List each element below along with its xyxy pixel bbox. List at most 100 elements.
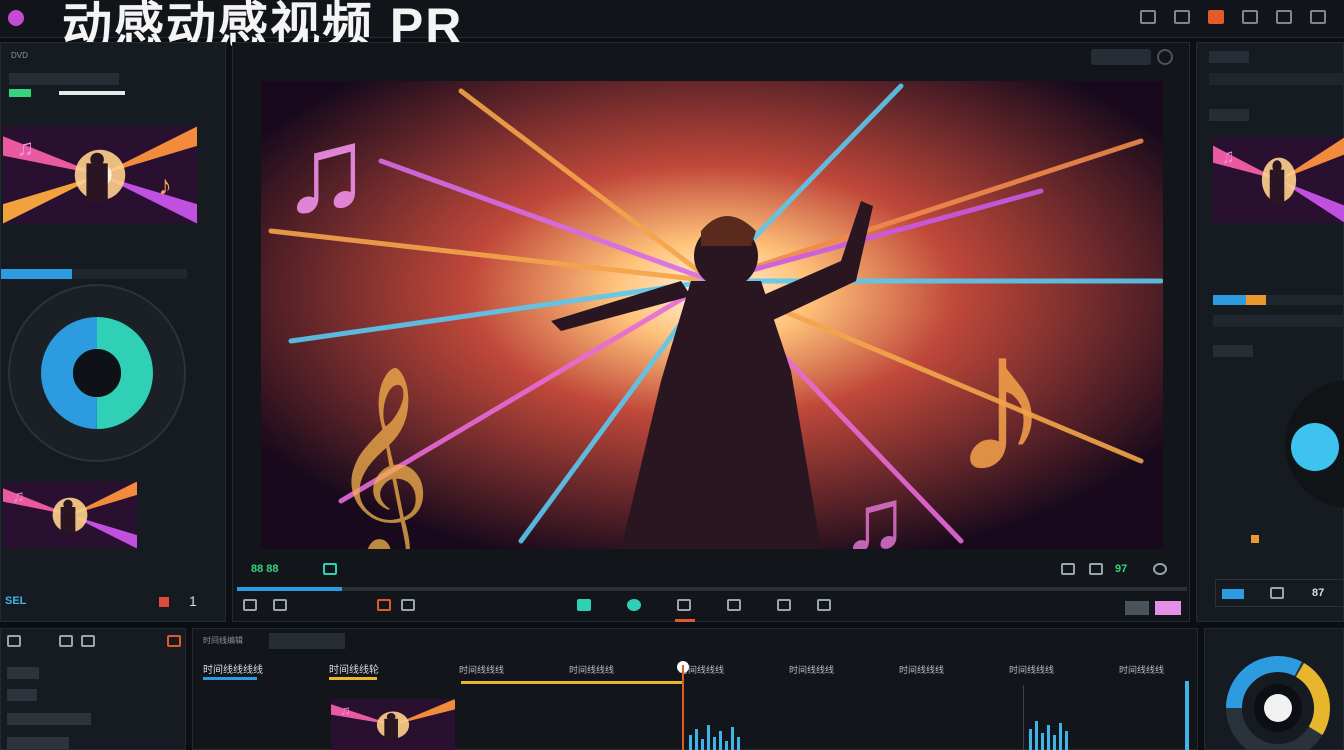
effect-level-bar[interactable] <box>1213 295 1344 305</box>
monitor-icon[interactable] <box>1276 10 1292 24</box>
window-controls <box>1140 10 1326 24</box>
export-frame-icon[interactable] <box>1061 563 1075 575</box>
filter-row[interactable] <box>9 73 119 85</box>
svg-text:♫: ♫ <box>281 103 371 237</box>
track-header-audio-underline <box>329 677 377 680</box>
svg-text:♪: ♪ <box>158 169 172 200</box>
quality-toggle[interactable] <box>1155 601 1181 615</box>
keyframe-icon[interactable] <box>1251 535 1259 543</box>
svg-text:𝄞: 𝄞 <box>331 368 431 549</box>
scrubber-fill <box>237 587 342 591</box>
video-frame-image: ♫ 𝄞 ♪ ♫ <box>261 81 1163 549</box>
svg-text:♫: ♫ <box>1222 144 1234 168</box>
clip-thumbnail-small[interactable]: ♫ <box>3 481 137 549</box>
timeline-tab[interactable] <box>269 633 345 649</box>
copy-icon[interactable] <box>1270 587 1284 599</box>
folder-icon[interactable] <box>59 635 73 647</box>
app-logo-icon <box>8 10 24 26</box>
panel-buttons: 87 <box>1215 579 1344 607</box>
audio-waveform[interactable] <box>683 719 1183 750</box>
svg-text:♫: ♫ <box>340 704 351 718</box>
insert-icon[interactable] <box>1089 563 1103 575</box>
clip-thumbnail[interactable]: ♫ ♪ <box>3 125 197 225</box>
play-icon[interactable] <box>577 599 591 611</box>
svg-text:♫: ♫ <box>17 135 34 161</box>
sel-label[interactable]: SEL <box>5 595 26 607</box>
clip-thumbnail-image: ♫ ♪ <box>3 126 197 224</box>
apply-button[interactable] <box>1222 589 1244 599</box>
wrench-icon[interactable] <box>1153 563 1167 575</box>
active-tool-indicator <box>675 619 695 622</box>
property-row[interactable] <box>1213 315 1344 327</box>
record-icon[interactable] <box>159 597 169 607</box>
insert-clip-icon[interactable] <box>777 599 791 611</box>
work-area-bar[interactable] <box>461 681 683 684</box>
section-header <box>1209 109 1249 121</box>
timeline-title: 时间线编辑 <box>203 636 243 645</box>
grid-icon[interactable] <box>1174 10 1190 24</box>
project-item[interactable] <box>7 667 39 679</box>
step-frame-icon[interactable] <box>273 599 287 611</box>
close-icon[interactable] <box>1310 10 1326 24</box>
list-icon[interactable] <box>1140 10 1156 24</box>
timecode-out[interactable]: 97 <box>1115 563 1127 575</box>
ruler-label: 时间线线线 <box>1119 665 1165 675</box>
audio-meter-panel <box>1204 628 1344 750</box>
loop-icon[interactable] <box>627 599 641 611</box>
time-ruler[interactable]: 时间线线线 时间线线线 时间线线线 时间线线线 时间线线线 时间线线线 时间线线… <box>459 663 1199 677</box>
project-item[interactable] <box>7 713 91 725</box>
track-header-audio[interactable]: 时间线线轮 <box>329 661 379 676</box>
svg-text:♫: ♫ <box>841 471 909 549</box>
timeline-panel: 时间线编辑 时间线线线线 时间线线轮 时间线线线 时间线线线 时间线线线 时间线… <box>192 628 1198 750</box>
usage-donut-chart <box>8 284 186 462</box>
playhead[interactable] <box>682 665 684 750</box>
effect-preview-thumbnail[interactable]: ♫ <box>1213 137 1344 223</box>
loudness-ring-chart <box>1226 656 1330 750</box>
program-monitor: ♫ 𝄞 ♪ ♫ 88 88 97 <box>232 42 1190 622</box>
color-wheel-chart <box>1285 380 1344 508</box>
ruler-label: 时间线线线 <box>789 665 835 675</box>
viewer-toolbar <box>233 595 1191 622</box>
timeline-scrollbar[interactable] <box>1185 681 1189 750</box>
media-tab[interactable]: DVD <box>11 51 28 60</box>
svg-text:♫: ♫ <box>12 488 24 506</box>
timeline-clip[interactable]: ♫ <box>331 699 455 750</box>
zoom-toggle[interactable] <box>1125 601 1149 615</box>
video-preview[interactable]: ♫ 𝄞 ♪ ♫ <box>261 81 1163 549</box>
load-progress-fill <box>1 269 72 279</box>
properties-panel: ♫ 87 <box>1196 42 1344 622</box>
timecode-in[interactable]: 88 88 <box>251 563 279 575</box>
bin-icon[interactable] <box>81 635 95 647</box>
media-panel: DVD ♫ ♪ ♫ SEL 1 <box>0 42 226 622</box>
project-panel <box>0 628 186 750</box>
overwrite-icon[interactable] <box>817 599 831 611</box>
extract-icon[interactable] <box>727 599 741 611</box>
properties-tab[interactable] <box>1209 51 1249 63</box>
marker-icon[interactable] <box>323 563 337 575</box>
mark-out-icon[interactable] <box>401 599 415 611</box>
project-item[interactable] <box>7 689 37 701</box>
ruler-label: 时间线线线 <box>459 665 505 675</box>
status-badge <box>9 89 31 97</box>
layout-icon[interactable] <box>1242 10 1258 24</box>
title-bar: 动感动感视频 PR <box>0 0 1344 54</box>
track-header-video[interactable]: 时间线线线线 <box>203 661 263 676</box>
viewer-search-input[interactable] <box>1091 49 1151 65</box>
transport-bar: 88 88 97 <box>233 559 1191 589</box>
ruler-label: 时间线线线 <box>1009 665 1055 675</box>
page-number: 1 <box>189 593 197 609</box>
playback-scrubber[interactable] <box>237 587 1187 591</box>
property-row[interactable] <box>1209 73 1344 85</box>
mark-in-icon[interactable] <box>377 599 391 611</box>
arrow-icon[interactable] <box>167 635 181 647</box>
filter-slider[interactable] <box>59 91 125 95</box>
settings-icon[interactable] <box>1157 49 1173 65</box>
step-back-icon[interactable] <box>243 599 257 611</box>
new-item-icon[interactable] <box>7 635 21 647</box>
effect-preview-image: ♫ <box>1213 137 1344 223</box>
value-label: 87 <box>1312 587 1325 599</box>
record-icon[interactable] <box>1208 10 1224 24</box>
project-item[interactable] <box>7 737 69 749</box>
lift-icon[interactable] <box>677 599 691 611</box>
svg-text:♪: ♪ <box>951 291 1051 514</box>
